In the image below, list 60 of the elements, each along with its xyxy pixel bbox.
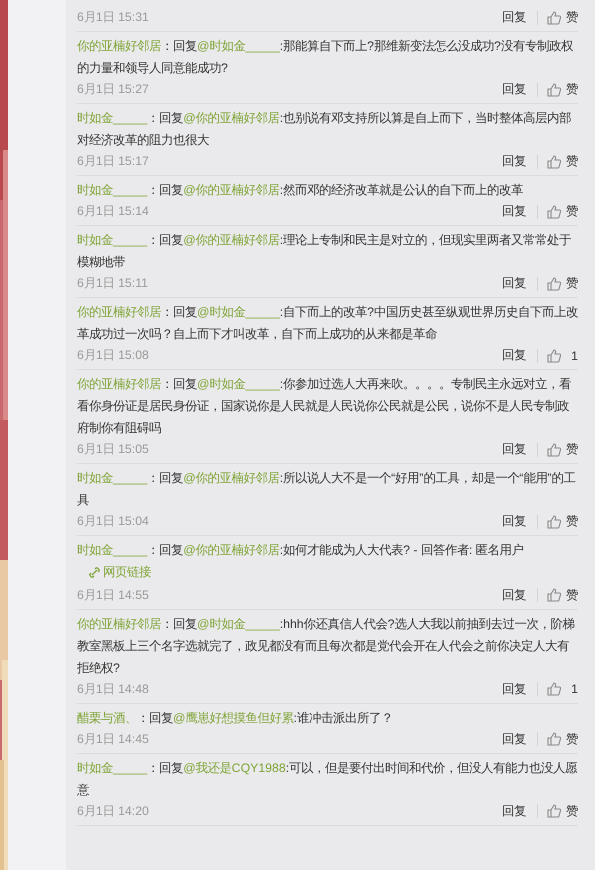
like-count[interactable]: 赞 [566,441,578,458]
comment-time: 6月1日 14:48 [77,680,149,698]
like-count[interactable]: 赞 [566,802,578,820]
comment-time: 6月1日 14:45 [77,730,149,748]
reply-link[interactable]: 回复 [502,9,526,26]
comment-text: 醋栗与酒、：回复@鹰崽好想摸鱼但好累:谁冲击派出所了？ [77,710,394,726]
comment-text: 你的亚楠好邻居：回复@时如金_____:那能算自下而上?那维新变法怎么没成功?没有专制政权的力量和领导人同意能成功? [77,38,574,77]
reply-link[interactable]: 回复 [502,586,526,604]
comment-text: 时如金_____：回复@你的亚楠好邻居:理论上专制和民主是对立的，但现实里两者又常常处于模糊地带 [77,232,572,271]
comment-time: 6月1日 14:20 [77,802,149,820]
like-count[interactable]: 赞 [566,513,578,530]
thumbs-up-icon[interactable] [547,588,561,602]
comment-text: 时如金_____：回复@你的亚楠好邻居:也别说有邓支持所以算是自上而下，当时整体高层内部对经济改革的阻力也很大 [77,110,572,149]
reply-link[interactable]: 回复 [502,203,526,220]
reply-link[interactable]: 回复 [502,441,526,458]
link-icon [89,566,100,578]
like-count[interactable]: 赞 [566,153,578,170]
comment-time: 6月1日 15:31 [77,9,149,26]
like-count[interactable]: 赞 [566,81,578,98]
like-count[interactable]: 赞 [566,586,578,604]
like-count[interactable]: 1 [566,682,578,696]
like-count[interactable]: 赞 [566,730,578,748]
comment-text: 你的亚楠好邻居：回复@时如金_____:你参加过选人大再来吹。。。。专制民主永远对立，看看你身份证是居民身份证，国家说你是人民就是人民说你公民就是公民，说你不是人民专制政府制你有阻碍吗 [77,376,572,437]
reply-link[interactable]: 回复 [502,81,526,98]
like-count[interactable]: 赞 [566,275,578,292]
comment-time: 6月1日 15:27 [77,81,149,98]
thumbs-up-icon[interactable] [547,804,561,818]
reply-link[interactable]: 回复 [502,153,526,170]
like-count[interactable]: 1 [566,348,578,362]
thumbs-up-icon[interactable] [547,154,561,168]
comment-text: 你的亚楠好邻居：回复@时如金_____:hhh你还真信人代会?选人大我以前抽到去过一次，阶梯教室黑板上三个名字选就完了，政见都没有而且每次都是党代会开在人代会之前你决定人大有拒绝权? [77,616,576,676]
thumbs-up-icon[interactable] [547,276,561,290]
comment-time: 6月1日 15:17 [77,153,149,170]
reply-link[interactable]: 回复 [502,347,526,364]
comment-text: 你的亚楠好邻居：回复@时如金_____:自下而上的改革?中国历史甚至纵观世界历史自下而上改革成功过一次吗？自上而下才叫改革，自下而上成功的从来都是革命 [77,304,578,343]
comment-text: 时如金_____：回复@你的亚楠好邻居:所以说人大不是一个“好用”的工具，却是一个“能用”的工具 [77,470,576,509]
thumbs-up-icon[interactable] [547,10,561,24]
reply-link[interactable]: 回复 [502,275,526,292]
reply-link[interactable]: 回复 [502,730,526,748]
comment-time: 6月1日 15:08 [77,347,149,364]
comment-text: 时如金_____：回复@你的亚楠好邻居:如何才能成为人大代表? - 回答作者: 匿名用户 网页链接 [77,539,578,584]
thumbs-up-icon[interactable] [547,682,561,696]
like-count[interactable]: 赞 [566,203,578,220]
comment-time: 6月1日 15:11 [77,275,148,292]
thumbs-up-icon[interactable] [547,204,561,218]
thumbs-up-icon[interactable] [547,442,561,456]
thumbs-up-icon[interactable] [547,348,561,362]
like-count[interactable]: 赞 [566,9,578,26]
thumbs-up-icon[interactable] [547,732,561,746]
thumbs-up-icon[interactable] [547,514,561,528]
comment-time: 6月1日 15:14 [77,203,149,220]
reply-link[interactable]: 回复 [502,680,526,698]
reply-link[interactable]: 回复 [502,802,526,820]
comment-time: 6月1日 15:04 [77,513,149,530]
comment-time: 6月1日 14:55 [77,586,149,604]
comment-text: 时如金_____：回复@你的亚楠好邻居:然而邓的经济改革就是公认的自下而上的改革 [77,182,524,199]
thumbs-up-icon[interactable] [547,82,561,96]
reply-link[interactable]: 回复 [502,513,526,530]
comment-text: 时如金_____：回复@我还是CQY1988:可以，但是要付出时间和代价，但没人有能力也没人愿意 [77,760,578,798]
comment-time: 6月1日 15:05 [77,441,149,458]
